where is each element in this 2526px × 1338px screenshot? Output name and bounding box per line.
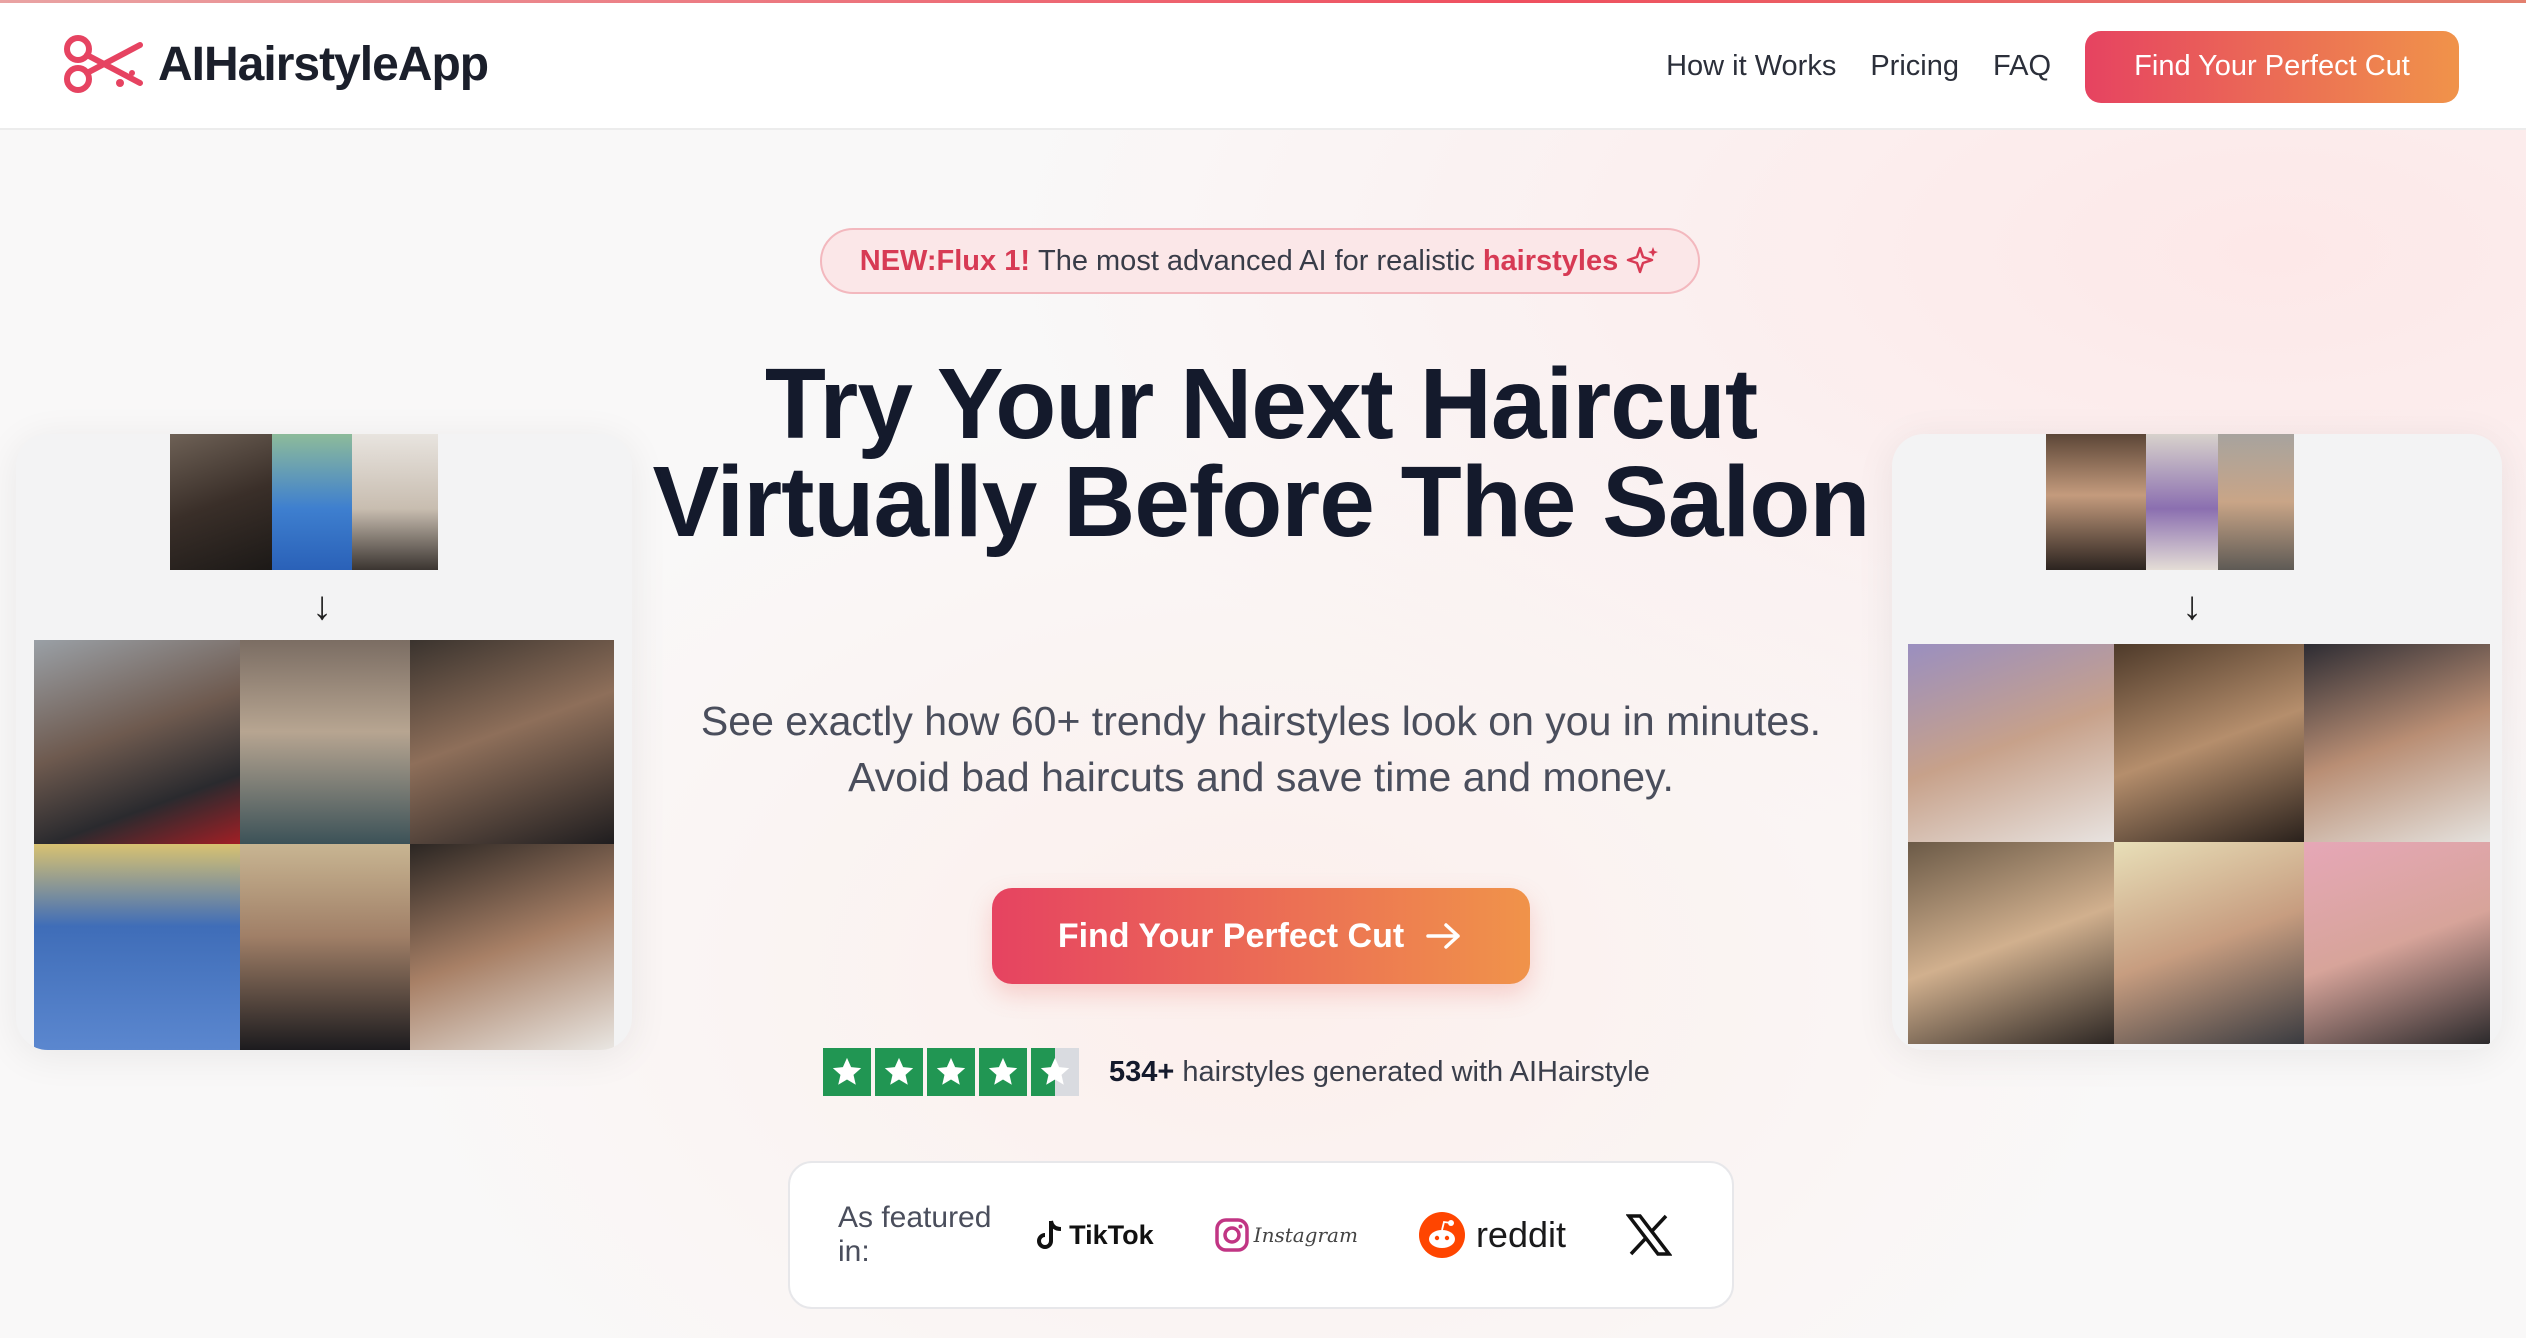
result-photo	[410, 844, 614, 1050]
result-photo	[2304, 842, 2490, 1044]
rating-text: 534+ hairstyles generated with AIHairsty…	[1109, 1056, 1650, 1089]
brand-name: AIHairstyleApp	[158, 37, 489, 91]
site-header: AIHairstyleApp How it Works Pricing FAQ …	[0, 3, 2526, 130]
nav-faq[interactable]: FAQ	[1993, 50, 2051, 83]
logo[interactable]: AIHairstyleApp	[62, 33, 489, 95]
result-photo	[240, 844, 410, 1050]
result-photo	[2114, 842, 2304, 1044]
reddit-label: reddit	[1475, 1214, 1566, 1255]
hero-headline: Try Your Next Haircut Virtually Before T…	[652, 348, 1871, 558]
result-photo	[34, 640, 240, 844]
featured-label: As featured in:	[838, 1201, 992, 1268]
main-nav: How it Works Pricing FAQ Find Your Perfe…	[1666, 3, 2526, 130]
result-photo	[34, 844, 240, 1050]
header-cta-button[interactable]: Find Your Perfect Cut	[2085, 30, 2459, 103]
result-photo	[240, 640, 410, 844]
result-photo	[2304, 644, 2490, 842]
instagram-label: Instagram	[1253, 1223, 1358, 1247]
nav-pricing[interactable]: Pricing	[1870, 50, 1959, 83]
arrow-down-icon: ↓	[2182, 584, 2202, 628]
arrow-right-icon	[1426, 923, 1460, 949]
before-after-card-women: ↓	[1892, 434, 2502, 1050]
before-after-card-men: ↓	[16, 434, 632, 1050]
rating-row: 534+ hairstyles generated with AIHairsty…	[823, 1047, 1650, 1097]
result-photo	[410, 640, 614, 844]
brand-reddit[interactable]: reddit	[1418, 1211, 1566, 1259]
badge-text: The most advanced AI for realistic	[1038, 244, 1475, 277]
arrow-down-icon: ↓	[312, 584, 332, 628]
result-photo	[1908, 842, 2114, 1044]
star-icon	[875, 1048, 923, 1096]
hero-cta-label: Find Your Perfect Cut	[1057, 916, 1405, 955]
half-star-icon	[1031, 1048, 1079, 1096]
badge-new-label: NEW:Flux 1!	[859, 244, 1030, 277]
announcement-badge[interactable]: NEW:Flux 1! The most advanced AI for rea…	[820, 228, 1700, 294]
input-photo	[2046, 434, 2146, 570]
x-logo-icon	[1626, 1214, 1672, 1256]
input-photo	[2218, 434, 2294, 570]
rating-count: 534+	[1109, 1055, 1175, 1088]
star-rating	[823, 1048, 1079, 1096]
scissors-logo-icon	[64, 35, 143, 93]
result-photo	[1908, 644, 2114, 842]
hero-cta-button[interactable]: Find Your Perfect Cut	[992, 888, 1530, 984]
input-photo	[272, 434, 352, 570]
reddit-icon	[1418, 1212, 1465, 1258]
hero-subtitle: See exactly how 60+ trendy hairstyles lo…	[700, 698, 1822, 800]
nav-how-it-works[interactable]: How it Works	[1666, 50, 1836, 83]
result-photo	[2114, 644, 2304, 842]
brand-tiktok[interactable]: TikTok	[1035, 1218, 1154, 1252]
star-icon	[979, 1048, 1027, 1096]
star-icon	[823, 1048, 871, 1096]
badge-accent: hairstyles	[1482, 244, 1619, 277]
star-icon	[927, 1048, 975, 1096]
input-photo	[2146, 434, 2218, 570]
instagram-icon	[1214, 1218, 1249, 1252]
tiktok-label: TikTok	[1069, 1219, 1154, 1250]
brand-x[interactable]	[1626, 1214, 1672, 1256]
input-photo	[352, 434, 438, 570]
tiktok-icon	[1037, 1220, 1062, 1249]
brand-instagram[interactable]: Instagram	[1214, 1217, 1358, 1253]
sparkle-icon	[1626, 246, 1659, 274]
featured-in-bar: As featured in: TikTok Instagram reddit	[788, 1161, 1734, 1309]
rating-caption: hairstyles generated with AIHairstyle	[1182, 1055, 1650, 1088]
input-photo	[170, 434, 272, 570]
